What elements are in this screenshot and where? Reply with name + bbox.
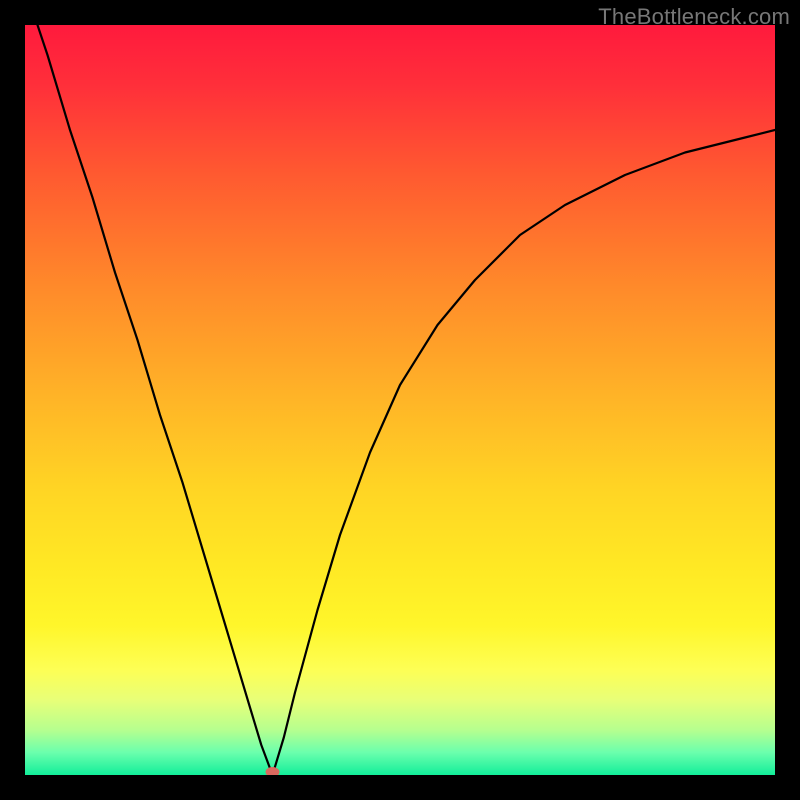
plot-area bbox=[25, 25, 775, 775]
watermark-text: TheBottleneck.com bbox=[598, 4, 790, 30]
chart-frame: TheBottleneck.com bbox=[0, 0, 800, 800]
gradient-background bbox=[25, 25, 775, 775]
chart-svg bbox=[25, 25, 775, 775]
